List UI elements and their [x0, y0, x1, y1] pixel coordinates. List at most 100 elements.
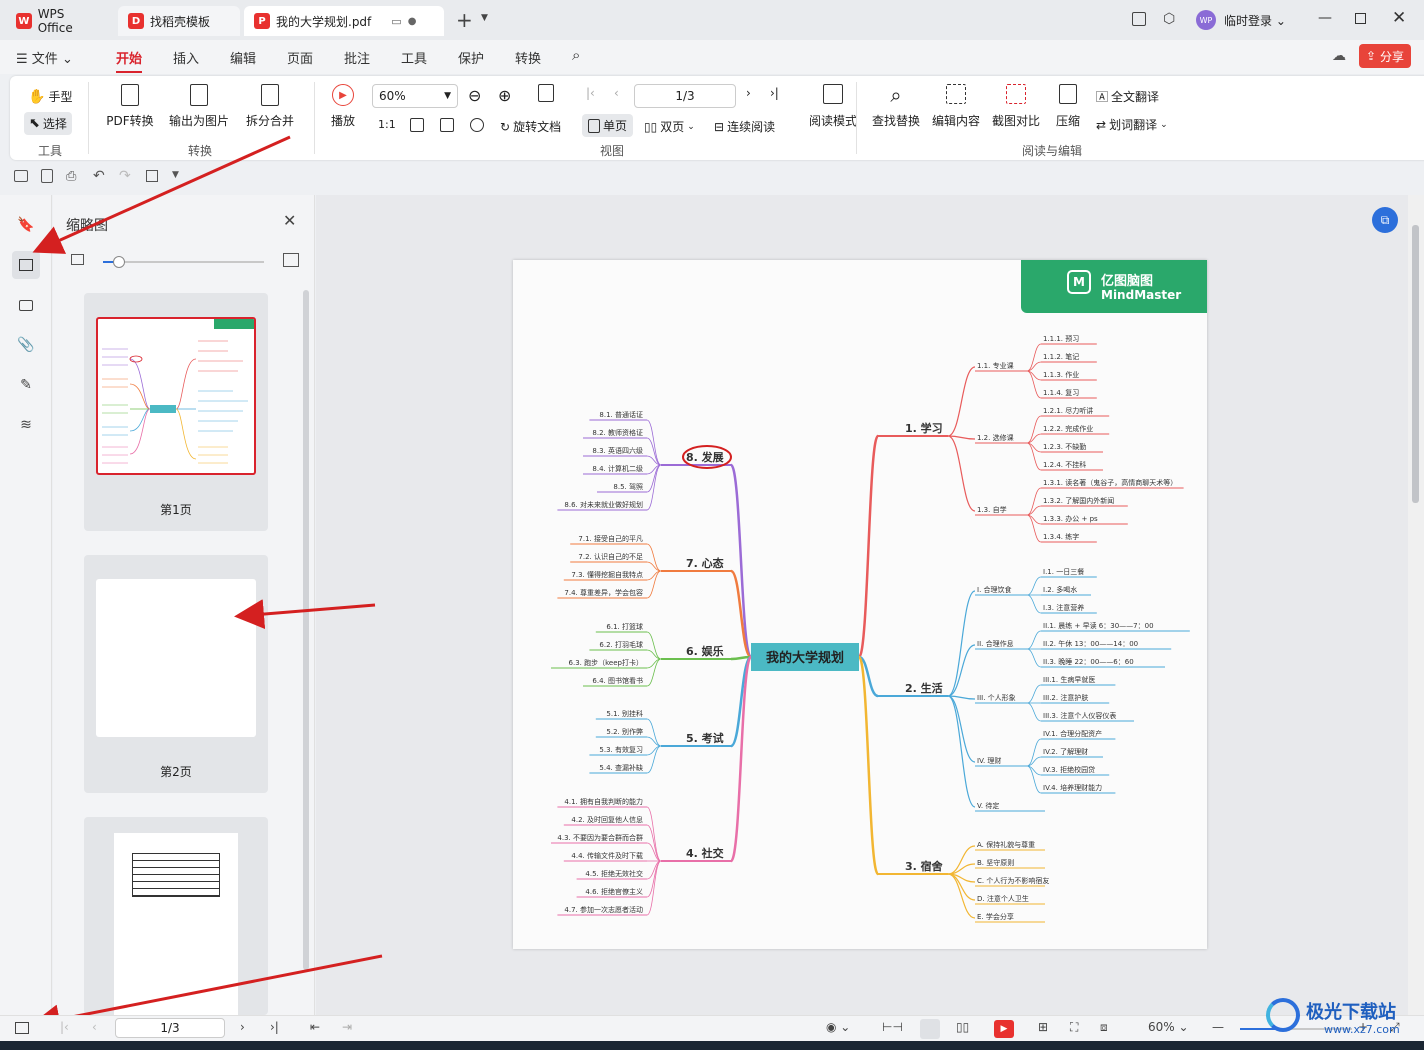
actual-size-icon[interactable]: 1:1	[378, 118, 396, 131]
status-zoom-select[interactable]: 60% ⌄	[1148, 1020, 1189, 1034]
eye-icon[interactable]: ◉ ⌄	[826, 1020, 850, 1034]
bookmark-icon[interactable]: 🔖	[12, 211, 40, 239]
double-page-view-icon[interactable]: ▯▯	[956, 1020, 969, 1034]
large-image-icon[interactable]	[283, 253, 299, 267]
minimize-button[interactable]: —	[1318, 10, 1332, 26]
copy-icon[interactable]	[146, 170, 158, 182]
fullscreen-icon[interactable]: ⧈	[1100, 1020, 1108, 1035]
thumbnail-page-1[interactable]: 第1页	[84, 293, 268, 531]
status-page-input[interactable]: 1/3	[115, 1018, 225, 1038]
chevron-down-icon[interactable]: ▼	[481, 13, 488, 23]
thumbnail-icon[interactable]	[12, 251, 40, 279]
search-icon[interactable]: ⌕	[572, 46, 580, 64]
rotate-document-button[interactable]: ↻ 旋转文档	[500, 118, 561, 135]
fit-page-icon[interactable]	[410, 118, 424, 132]
screenshot-compare-button[interactable]: 截图对比	[988, 84, 1044, 129]
menu-annotate[interactable]: 批注	[344, 48, 370, 67]
layers-icon[interactable]: ≋	[12, 411, 40, 439]
menu-convert[interactable]: 转换	[515, 48, 541, 67]
prev-page-icon[interactable]: ‹	[614, 86, 619, 100]
menu-edit[interactable]: 编辑	[230, 48, 256, 67]
panel-scrollbar[interactable]	[303, 290, 309, 970]
single-page-view-icon[interactable]	[920, 1019, 940, 1039]
thumbnail-page-2[interactable]: 第2页	[84, 555, 268, 793]
zoom-out-icon[interactable]: —	[1212, 1020, 1224, 1034]
page-number-input[interactable]: 1/3	[634, 84, 736, 108]
floating-tool-button[interactable]: ⧉	[1372, 207, 1398, 233]
fit-width-icon[interactable]	[440, 118, 454, 132]
zoom-in-icon[interactable]: ⊕	[498, 86, 511, 105]
actual-size-icon[interactable]: ⊞	[1038, 1020, 1048, 1034]
single-page-button[interactable]: 单页	[582, 114, 634, 137]
fit-width-icon[interactable]: ⊢⊣	[882, 1020, 903, 1034]
redo-icon[interactable]: ↷	[119, 168, 131, 184]
print-icon[interactable]: ⎙	[66, 169, 76, 184]
continuous-read-button[interactable]: ⊟ 连续阅读	[714, 118, 775, 135]
word-translate-button[interactable]: ⇄ 划词翻译 ⌄	[1096, 116, 1168, 133]
window-icon[interactable]: ▭	[391, 15, 401, 28]
cloud-icon[interactable]: ☁	[1332, 48, 1346, 64]
first-page-icon[interactable]: |‹	[586, 86, 595, 100]
close-icon[interactable]: ✕	[283, 211, 296, 230]
edit-content-button[interactable]: 编辑内容	[928, 84, 984, 129]
zoom-select[interactable]: 60% ▼	[372, 84, 458, 108]
slider-handle[interactable]	[113, 256, 126, 268]
signature-icon[interactable]: ✎	[12, 371, 40, 399]
watermark-cn: 极光下载站	[1306, 1002, 1396, 1023]
small-image-icon[interactable]	[71, 254, 84, 265]
thumbnail-size-slider[interactable]	[103, 256, 264, 268]
back-view-icon[interactable]: ⇤	[310, 1020, 320, 1034]
attachment-icon[interactable]: 📎	[12, 331, 40, 359]
select-tool-button[interactable]: ⬉ 选择	[24, 112, 72, 135]
menu-insert[interactable]: 插入	[173, 48, 199, 67]
login-button[interactable]: 临时登录 ⌄	[1224, 12, 1286, 29]
next-page-icon[interactable]: ›	[746, 86, 751, 100]
tab-pdf-document[interactable]: P 我的大学规划.pdf ▭ ●	[244, 6, 444, 36]
save-icon[interactable]	[41, 169, 53, 183]
pdf-convert-button[interactable]: PDF转换	[100, 84, 160, 129]
close-window-button[interactable]: ✕	[1392, 8, 1406, 28]
split-merge-button[interactable]: 拆分合并	[238, 84, 302, 129]
open-folder-icon[interactable]	[14, 170, 28, 182]
play-icon[interactable]: ▶	[994, 1020, 1014, 1038]
zoom-out-icon[interactable]: ⊖	[468, 86, 481, 105]
full-translate-button[interactable]: 🄰 全文翻译	[1096, 88, 1159, 105]
scrollbar-thumb[interactable]	[1412, 225, 1419, 503]
maximize-button[interactable]	[1355, 13, 1366, 24]
rotate-icon[interactable]	[470, 118, 484, 132]
vertical-scrollbar[interactable]	[1408, 195, 1424, 1015]
first-page-icon[interactable]: |‹	[60, 1020, 69, 1034]
sidebar-toggle-icon[interactable]	[15, 1022, 29, 1034]
new-tab-button[interactable]: +	[456, 8, 473, 32]
chevron-down-icon[interactable]: ▼	[172, 170, 179, 180]
read-mode-button[interactable]: 阅读模式	[806, 84, 860, 129]
fit-page-icon[interactable]: ⛶	[1070, 1020, 1078, 1035]
menu-protect[interactable]: 保护	[458, 48, 484, 67]
page-replace-icon[interactable]	[538, 84, 554, 102]
undo-icon[interactable]: ↶	[93, 168, 105, 184]
tab-template[interactable]: D 找稻壳模板	[118, 6, 240, 36]
forward-view-icon[interactable]: ⇥	[342, 1020, 352, 1034]
compress-button[interactable]: 压缩	[1050, 84, 1086, 129]
prev-page-icon[interactable]: ‹	[92, 1020, 97, 1034]
last-page-icon[interactable]: ›|	[270, 1020, 279, 1034]
thumbnail-page-3[interactable]	[84, 817, 268, 1015]
find-replace-button[interactable]: ⌕ 查找替换	[868, 84, 924, 129]
comment-icon[interactable]	[12, 291, 40, 319]
next-page-icon[interactable]: ›	[240, 1020, 245, 1034]
share-button[interactable]: ⇪ 分享	[1359, 44, 1411, 68]
hand-tool-button[interactable]: ✋ 手型	[28, 88, 72, 105]
play-button[interactable]: ▶ 播放	[326, 84, 360, 129]
avatar[interactable]: WP	[1196, 10, 1216, 30]
menu-page[interactable]: 页面	[287, 48, 313, 67]
export-image-button[interactable]: 输出为图片	[166, 84, 232, 129]
last-page-icon[interactable]: ›|	[770, 86, 779, 100]
menu-tools[interactable]: 工具	[401, 48, 427, 67]
layout-icon[interactable]	[1132, 12, 1146, 26]
double-page-button[interactable]: ▯▯ 双页 ⌄	[644, 118, 695, 135]
file-menu[interactable]: ☰ 文件 ⌄	[16, 48, 73, 67]
thumbnail-panel: 缩略图 ✕ 第1页 第2页	[53, 195, 315, 1015]
tab-wps-office[interactable]: W WPS Office	[6, 6, 112, 36]
cube-icon[interactable]: ⬡	[1163, 11, 1175, 27]
menu-start[interactable]: 开始	[116, 48, 143, 73]
